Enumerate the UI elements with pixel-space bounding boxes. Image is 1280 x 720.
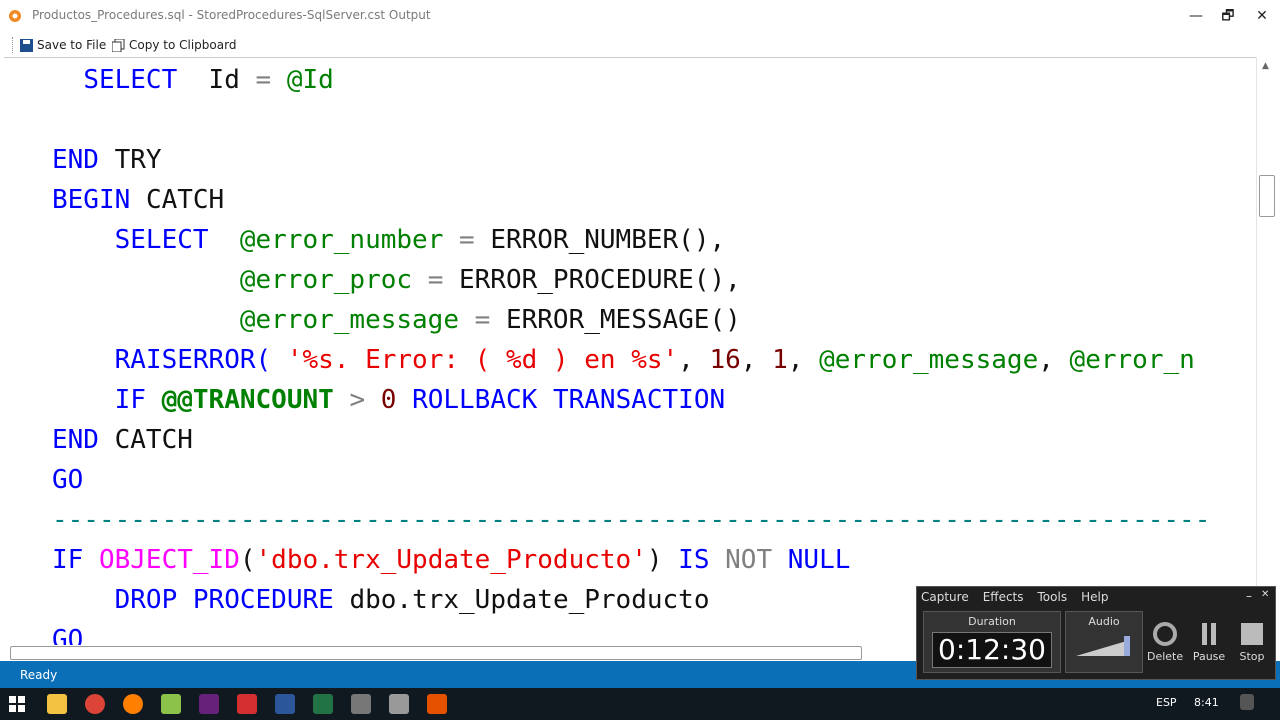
window-title: Productos_Procedures.sql - StoredProcedu… <box>32 8 431 22</box>
chrome-icon[interactable] <box>85 694 105 714</box>
save-icon <box>20 38 33 52</box>
recorder-menu: Capture Effects Tools Help <box>921 590 1108 604</box>
status-text: Ready <box>20 668 58 682</box>
menu-effects[interactable]: Effects <box>983 590 1024 604</box>
visual-studio-icon[interactable] <box>199 694 219 714</box>
acrobat-icon[interactable] <box>237 694 257 714</box>
code-line-7: @error_message = ERROR_MESSAGE() <box>239 305 741 335</box>
notepad-plus-icon[interactable] <box>161 694 181 714</box>
save-to-file-button[interactable]: Save to File <box>20 35 106 55</box>
close-button[interactable]: ✕ <box>1244 0 1280 32</box>
taskbar: ESP 8:41 <box>0 688 1280 720</box>
screen-recorder-panel: Capture Effects Tools Help – ✕ Duration … <box>916 586 1276 680</box>
code-line-11: GO <box>52 465 84 495</box>
maximize-button[interactable]: 🗗 <box>1210 0 1246 32</box>
vertical-scroll-thumb[interactable] <box>1259 175 1275 217</box>
delete-button[interactable]: Delete <box>1147 621 1183 663</box>
code-line-15: GO <box>52 625 84 646</box>
code-line-1: SELECT Id = @Id <box>83 65 334 95</box>
code-line-separator: ----------------------------------------… <box>52 505 1211 535</box>
notifications-icon[interactable] <box>1240 694 1254 710</box>
toolbar: Save to File Copy to Clipboard <box>0 32 1280 57</box>
language-indicator[interactable]: ESP <box>1156 696 1177 709</box>
save-to-file-label: Save to File <box>37 38 107 52</box>
code-output-area[interactable]: SELECT Id = @Id END TRY BEGIN CATCH SELE… <box>4 57 1256 646</box>
codesmith-icon[interactable] <box>427 694 447 714</box>
pause-label: Pause <box>1192 650 1226 663</box>
delete-icon <box>1153 622 1177 646</box>
code-line-6: @error_proc = ERROR_PROCEDURE(), <box>239 265 741 295</box>
audio-label: Audio <box>1088 615 1120 628</box>
copy-to-clipboard-button[interactable]: Copy to Clipboard <box>112 35 236 55</box>
pause-icon <box>1202 623 1216 645</box>
code-line-10: END CATCH <box>52 425 193 455</box>
menu-tools[interactable]: Tools <box>1038 590 1068 604</box>
code-line-13: IF OBJECT_ID('dbo.trx_Update_Producto') … <box>52 545 851 575</box>
menu-help[interactable]: Help <box>1081 590 1108 604</box>
word-icon[interactable] <box>275 694 295 714</box>
app-icon-2[interactable] <box>389 694 409 714</box>
code-line-3: END TRY <box>52 145 162 175</box>
copy-to-clipboard-label: Copy to Clipboard <box>129 38 237 52</box>
code-line-4: BEGIN CATCH <box>52 185 225 215</box>
copy-icon <box>112 38 125 52</box>
pause-button[interactable]: Pause <box>1191 621 1227 663</box>
clock[interactable]: 8:41 <box>1194 696 1219 709</box>
stop-button[interactable]: Stop <box>1235 621 1269 663</box>
recorder-minimize-button[interactable]: – <box>1246 589 1252 603</box>
excel-icon[interactable] <box>313 694 333 714</box>
code-line-5: SELECT @error_number = ERROR_NUMBER(), <box>114 225 726 255</box>
scroll-up-arrow-icon[interactable]: ▲ <box>1262 61 1269 71</box>
duration-panel: Duration 0:12:30 <box>923 611 1061 673</box>
recorder-close-button[interactable]: ✕ <box>1261 589 1269 600</box>
firefox-icon[interactable] <box>123 694 143 714</box>
app-icon-1[interactable] <box>351 694 371 714</box>
vertical-scrollbar[interactable]: ▲ <box>1256 57 1277 645</box>
minimize-button[interactable]: — <box>1178 0 1214 32</box>
toolbar-grip <box>12 37 15 53</box>
file-explorer-icon[interactable] <box>47 694 67 714</box>
duration-label: Duration <box>968 615 1016 628</box>
app-gear-icon <box>9 10 21 22</box>
audio-level-slider[interactable] <box>1076 634 1132 658</box>
code-line-9: IF @@TRANCOUNT > 0 ROLLBACK TRANSACTION <box>114 385 726 415</box>
horizontal-scroll-thumb[interactable] <box>10 646 862 660</box>
stop-icon <box>1241 623 1263 645</box>
stop-label: Stop <box>1239 650 1265 663</box>
code-line-14: DROP PROCEDURE dbo.trx_Update_Producto <box>114 585 710 615</box>
audio-panel: Audio <box>1065 611 1143 673</box>
code-line-8: RAISERROR( '%s. Error: ( %d ) en %s', 16… <box>114 345 1195 375</box>
menu-capture[interactable]: Capture <box>921 590 969 604</box>
windows-start-icon[interactable] <box>9 696 25 712</box>
delete-label: Delete <box>1147 650 1184 663</box>
title-bar: Productos_Procedures.sql - StoredProcedu… <box>0 0 1280 32</box>
duration-timer: 0:12:30 <box>932 632 1052 668</box>
